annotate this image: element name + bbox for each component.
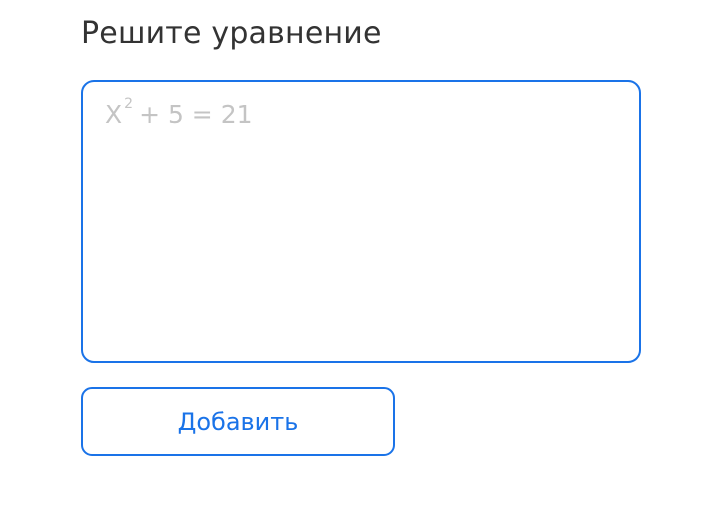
equation-rest: + 5 = 21: [139, 100, 253, 129]
equation-placeholder: X 2 + 5 = 21: [105, 97, 253, 129]
add-button[interactable]: Добавить: [81, 387, 395, 456]
equation-variable: X: [105, 100, 123, 129]
answer-input[interactable]: X 2 + 5 = 21: [81, 80, 641, 363]
page-title: Решите уравнение: [81, 16, 382, 51]
equation-exponent: 2: [124, 96, 134, 112]
